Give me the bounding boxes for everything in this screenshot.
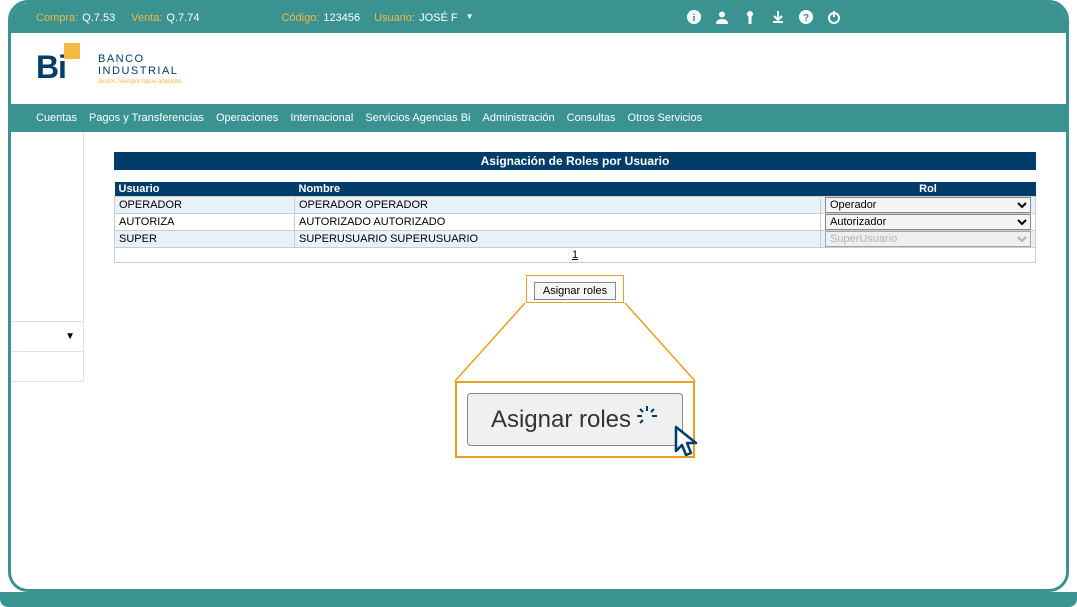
codigo-label: Código: [281, 12, 319, 24]
assign-roles-button[interactable]: Asignar roles [534, 282, 616, 300]
table-row: OPERADOROPERADOR OPERADOROperadorAutoriz… [115, 197, 1036, 214]
nav-bar: Cuentas Pagos y Transferencias Operacion… [11, 104, 1066, 132]
role-select: OperadorAutorizadorSuperUsuario [825, 231, 1031, 247]
zoom-callout: Asignar roles [455, 381, 695, 458]
logo-section: B i BANCO INDUSTRIAL Juntos, siempre hac… [11, 33, 1066, 104]
codigo-value: 123456 [323, 12, 360, 24]
nav-cuentas[interactable]: Cuentas [36, 112, 77, 124]
sidebar-section-2 [11, 352, 83, 382]
pagination[interactable]: 1 [114, 248, 1036, 263]
role-table: Usuario Nombre Rol OPERADOROPERADOR OPER… [114, 182, 1036, 263]
compra-label: Compra: [36, 12, 78, 24]
key-icon[interactable] [743, 10, 757, 27]
nav-servicios-agencias[interactable]: Servicios Agencias Bi [365, 112, 470, 124]
sidebar-section [11, 132, 83, 322]
role-select[interactable]: OperadorAutorizadorSuperUsuario [825, 197, 1031, 213]
top-bar: Compra: Q.7.53 Venta: Q.7.74 Código: 123… [11, 3, 1066, 33]
usuario-label: Usuario: [374, 12, 415, 24]
cell-rol: OperadorAutorizadorSuperUsuario [821, 231, 1036, 248]
user-icon[interactable] [715, 10, 729, 27]
nav-operaciones[interactable]: Operaciones [216, 112, 278, 124]
svg-text:i: i [693, 13, 696, 24]
compra-value: Q.7.53 [82, 12, 115, 24]
sidebar-expand[interactable]: ▼ [11, 322, 83, 352]
role-select[interactable]: OperadorAutorizadorSuperUsuario [825, 214, 1031, 230]
venta-value: Q.7.74 [166, 12, 199, 24]
logo-subtitle: Juntos, siempre hacia adelante [98, 79, 181, 85]
nav-consultas[interactable]: Consultas [567, 112, 616, 124]
usuario-value: JOSÉ F [419, 12, 458, 24]
chevron-down-icon[interactable]: ▼ [466, 12, 474, 24]
logo-title-1: BANCO [98, 53, 181, 65]
th-usuario: Usuario [115, 182, 295, 197]
click-effect-icon [635, 404, 659, 435]
help-icon[interactable]: ? [799, 10, 813, 27]
nav-otros[interactable]: Otros Servicios [628, 112, 703, 124]
cell-nombre: SUPERUSUARIO SUPERUSUARIO [295, 231, 821, 248]
nav-pagos[interactable]: Pagos y Transferencias [89, 112, 204, 124]
venta-label: Venta: [131, 12, 162, 24]
callout-lines [445, 303, 705, 383]
sidebar: ▼ [11, 132, 84, 382]
cell-usuario: AUTORIZA [115, 214, 295, 231]
page-number[interactable]: 1 [572, 249, 578, 261]
info-icon[interactable]: i [687, 10, 701, 27]
main-content: Asignación de Roles por Usuario Usuario … [84, 132, 1066, 382]
cell-nombre: OPERADOR OPERADOR [295, 197, 821, 214]
laptop-base [0, 592, 1077, 607]
download-icon[interactable] [771, 10, 785, 27]
table-row: AUTORIZAAUTORIZADO AUTORIZADOOperadorAut… [115, 214, 1036, 231]
power-icon[interactable] [827, 10, 841, 27]
cell-rol: OperadorAutorizadorSuperUsuario [821, 214, 1036, 231]
svg-text:?: ? [803, 13, 809, 24]
nav-administracion[interactable]: Administración [482, 112, 554, 124]
logo[interactable]: B i BANCO INDUSTRIAL Juntos, siempre hac… [36, 51, 1041, 86]
th-nombre: Nombre [295, 182, 821, 197]
th-rol: Rol [821, 182, 1036, 197]
cell-usuario: SUPER [115, 231, 295, 248]
nav-internacional[interactable]: Internacional [290, 112, 353, 124]
cell-nombre: AUTORIZADO AUTORIZADO [295, 214, 821, 231]
logo-title-2: INDUSTRIAL [98, 65, 181, 77]
cell-usuario: OPERADOR [115, 197, 295, 214]
table-row: SUPERSUPERUSUARIO SUPERUSUARIOOperadorAu… [115, 231, 1036, 248]
page-title: Asignación de Roles por Usuario [114, 152, 1036, 170]
assign-roles-button-zoom[interactable]: Asignar roles [467, 393, 683, 446]
cell-rol: OperadorAutorizadorSuperUsuario [821, 197, 1036, 214]
